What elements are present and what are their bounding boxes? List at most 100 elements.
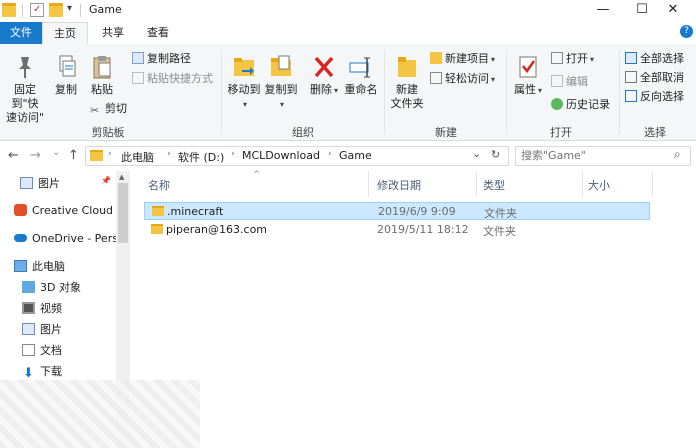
rename-label: 重命名 [344,83,378,96]
search-input[interactable] [521,149,661,162]
computer-icon [14,260,27,272]
close-button[interactable]: ✕ [650,0,696,22]
move-to-label: 移动到 [227,83,261,96]
paste-label: 粘贴 [91,83,113,96]
up-button[interactable]: ↑ [68,148,79,163]
nav-item-videos[interactable]: 视频 [22,300,116,318]
column-header-name[interactable]: 名称 [148,177,170,193]
nav-item-label: 图片 [40,323,62,336]
new-folder-qa-icon[interactable] [49,3,63,17]
new-folder-button[interactable]: 新建 文件夹 [388,54,426,111]
nav-item-label: OneDrive - Personal [32,232,116,245]
organize-group-label: 组织 [292,126,314,139]
move-to-button[interactable]: 移动到▾ [226,54,262,112]
history-button[interactable]: 历史记录 [551,97,610,113]
copy-to-button[interactable]: 复制到▾ [263,54,299,112]
rename-button[interactable]: 重命名 [342,54,380,97]
copy-button[interactable]: 复制 [50,54,82,97]
nav-item-documents[interactable]: 文档 [22,342,116,360]
refresh-icon[interactable]: ↻ [491,148,500,161]
edit-button[interactable]: 编辑 [551,74,588,90]
copy-path-button[interactable]: 复制路径 [132,51,191,67]
pixelated-overlay [0,380,200,448]
paste-button[interactable]: 粘贴 [84,54,120,97]
new-folder-label: 新建 文件夹 [390,83,424,110]
breadcrumb-drive-d[interactable]: 软件 (D:) [178,149,224,165]
pin-label: 固定到"快 速访问" [5,83,45,124]
nav-item-3d-objects[interactable]: 3D 对象 [22,279,116,297]
forward-button[interactable]: → [30,148,41,163]
paste-shortcut-label: 粘贴快捷方式 [147,72,213,85]
properties-button[interactable]: 属性 ▾ [510,54,546,98]
paste-shortcut-button[interactable]: 粘贴快捷方式 [132,71,213,87]
help-icon[interactable]: ? [680,25,693,38]
copy-to-label: 复制到 [264,83,298,96]
recent-locations-button[interactable]: ⌄ [52,147,60,158]
properties-icon [516,54,540,80]
history-label: 历史记录 [566,98,610,111]
breadcrumb-mcldownload[interactable]: MCLDownload [242,149,320,162]
nav-item-this-pc[interactable]: 此电脑 [14,258,116,276]
nav-item-downloads[interactable]: ⬇ 下载 [22,363,116,381]
scroll-thumb[interactable] [118,183,128,243]
nav-item-creative-cloud[interactable]: Creative Cloud Files [14,202,116,220]
title-bar: ✓ ▾ Game — ☐ ✕ [0,0,696,22]
back-button[interactable]: ← [8,148,19,163]
tab-file[interactable]: 文件 [0,22,42,44]
invert-selection-label: 反向选择 [640,90,684,103]
easy-access-button[interactable]: 轻松访问 ▾ [430,71,495,87]
tab-share[interactable]: 共享 [93,22,133,44]
file-row[interactable]: .minecraft 2019/6/9 9:09 文件夹 [144,202,650,220]
column-divider[interactable] [476,171,477,197]
search-box[interactable]: ⌕ [515,146,691,166]
pictures-icon [20,177,33,189]
scroll-up-icon[interactable]: ▲ [119,173,124,181]
creative-cloud-icon [14,204,27,216]
cut-button[interactable]: ✂ 剪切 [90,101,127,117]
select-all-button[interactable]: 全部选择 [625,51,684,67]
history-icon [551,98,563,110]
delete-button[interactable]: 删除 ▾ [309,54,339,98]
nav-item-label: 下载 [40,365,62,378]
file-name: piperan@163.com [166,223,268,236]
group-divider [506,50,507,134]
column-header-size[interactable]: 大小 [588,177,610,193]
folder-icon [2,3,16,17]
select-none-button[interactable]: 全部取消 [625,70,684,86]
tab-view[interactable]: 查看 [138,22,178,44]
paste-shortcut-icon [132,72,144,84]
pin-to-quick-access-button[interactable]: 固定到"快 速访问" [2,54,48,125]
new-item-label: 新建项目 [445,52,489,65]
paste-icon [90,54,114,80]
column-divider[interactable] [582,171,583,197]
new-item-button[interactable]: 新建项目 ▾ [430,51,495,67]
breadcrumb-game[interactable]: Game [339,149,372,162]
invert-selection-button[interactable]: 反向选择 [625,89,684,105]
file-name: .minecraft [167,205,224,218]
easy-access-icon [430,72,442,84]
search-icon[interactable]: ⌕ [674,147,681,162]
breadcrumb-this-pc[interactable]: 此电脑 [121,149,154,165]
address-bar[interactable]: › 此电脑 › 软件 (D:) › MCLDownload › Game ⌄ ↻ [85,146,509,166]
nav-item-onedrive[interactable]: OneDrive - Personal [14,230,116,248]
open-button[interactable]: 打开 ▾ [551,51,594,67]
invert-selection-icon [625,90,637,102]
folder-icon [90,150,103,161]
nav-item-pictures[interactable]: 图片 [22,321,116,339]
file-row[interactable]: piperan@163.com 2019/5/11 18:12 文件夹 [144,221,650,239]
column-divider[interactable] [368,171,369,197]
ribbon: 固定到"快 速访问" 复制 粘贴 复制路径 粘贴快捷方式 ✂ 剪切 剪贴板 移动到… [0,44,696,141]
divider [22,4,23,17]
copy-to-icon [269,54,293,80]
select-group-label: 选择 [644,126,666,139]
tab-home[interactable]: 主页 [42,22,88,45]
properties-check-icon[interactable]: ✓ [30,3,44,17]
column-divider[interactable] [652,171,653,197]
nav-item-label: 文档 [40,344,62,357]
file-date: 2019/6/9 9:09 [378,205,456,218]
column-header-type[interactable]: 类型 [483,177,505,193]
open-label: 打开 [566,52,588,65]
address-dropdown-icon[interactable]: ⌄ [472,147,481,160]
customize-qa-dropdown-icon[interactable]: ▾ [67,3,72,14]
column-header-date-modified[interactable]: 修改日期 [377,177,421,193]
